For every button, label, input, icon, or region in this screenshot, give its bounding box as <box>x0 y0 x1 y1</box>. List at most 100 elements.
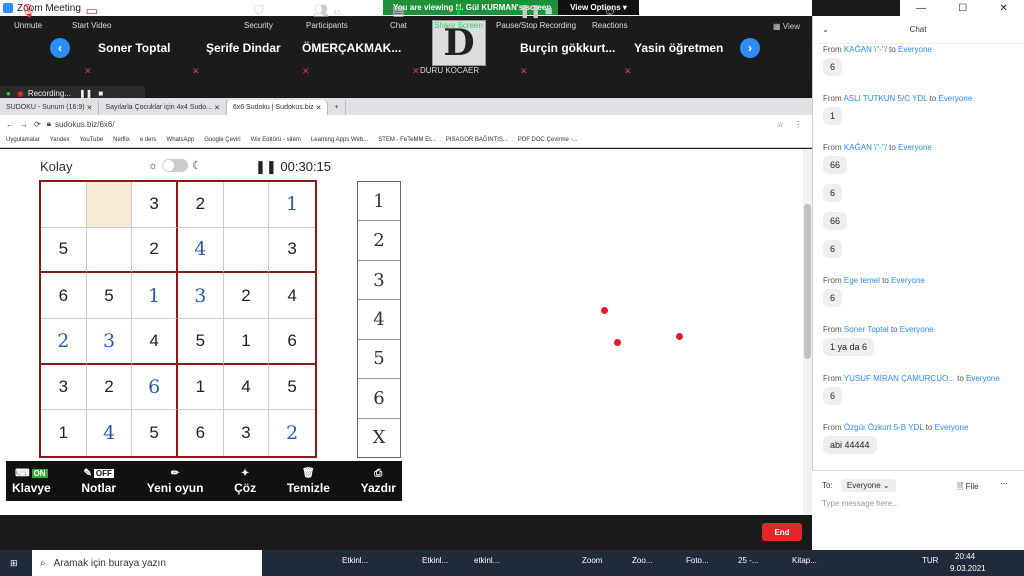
keyboard-button[interactable]: ⌨ ON Klavye <box>12 468 51 495</box>
taskbar-app[interactable]: Etkinl... <box>342 556 368 565</box>
browser-tab[interactable]: Sayılarla Çocuklar için 4x4 Sudo... ✕ <box>99 100 227 115</box>
bookmark[interactable]: WhatsApp <box>167 137 195 143</box>
sudoku-cell[interactable]: 6 <box>41 273 87 319</box>
browser-tab[interactable]: SUDOKU - Sunum (16:9) ✕ <box>0 100 100 115</box>
clear-button[interactable]: 🗑︎ Temizle <box>287 468 330 495</box>
chat-button[interactable]: ▤ Chat <box>390 3 407 30</box>
view-button[interactable]: ▦ View <box>773 22 800 31</box>
bookmark[interactable]: Learning Apps Web... <box>311 137 368 143</box>
share-screen-button[interactable]: ⬆ Share Screen <box>434 3 483 30</box>
sudoku-cell[interactable] <box>41 182 87 228</box>
sudoku-cell[interactable] <box>86 182 133 228</box>
keypad-key[interactable]: 2 <box>358 221 400 261</box>
bookmark[interactable]: Netflix <box>113 137 130 143</box>
maximize-icon[interactable]: ☐ <box>958 3 967 14</box>
taskbar-app[interactable]: Kitap... <box>792 556 817 565</box>
keypad-key[interactable]: 5 <box>358 340 400 380</box>
taskbar-app[interactable]: Etkinl... <box>422 556 448 565</box>
sudoku-cell[interactable]: 6 <box>269 319 315 365</box>
sudoku-cell[interactable]: 4 <box>223 364 270 411</box>
sudoku-cell[interactable]: 4 <box>87 410 133 456</box>
close-icon[interactable]: ✕ <box>999 3 1007 14</box>
bookmark[interactable]: Wix Editörü - sitem <box>251 137 301 143</box>
unmute-button[interactable]: 🎙︎ Unmute <box>14 3 42 30</box>
forward-icon[interactable]: → <box>20 120 28 129</box>
sudoku-cell[interactable] <box>223 182 270 228</box>
taskbar-app[interactable]: etkinl... <box>474 556 499 565</box>
keypad-key[interactable]: 1 <box>358 182 400 222</box>
bookmark[interactable]: Uygulamalar <box>6 137 40 143</box>
taskbar-search[interactable]: ⌕ Aramak için buraya yazın <box>32 550 262 576</box>
keypad-key[interactable]: 4 <box>358 300 400 340</box>
sudoku-cell[interactable]: 4 <box>132 319 178 365</box>
chevron-down-icon[interactable]: ⌄ <box>822 25 829 34</box>
sudoku-cell[interactable]: 1 <box>132 273 178 319</box>
bookmark[interactable]: STEM - FeTeMM Et... <box>378 137 436 143</box>
end-button[interactable]: End <box>762 523 802 541</box>
star-icon[interactable]: ☆ <box>777 120 784 129</box>
gallery-next-button[interactable]: › <box>740 38 760 58</box>
bookmark[interactable]: PDF DOC Çevirme -... <box>518 137 578 143</box>
sudoku-cell[interactable]: 3 <box>224 410 270 456</box>
sudoku-cell[interactable]: 3 <box>269 228 315 274</box>
recipient-select[interactable]: Everyone ⌄ <box>840 479 896 492</box>
keypad-key[interactable]: 3 <box>358 261 400 301</box>
new-tab-button[interactable]: + <box>328 100 346 115</box>
sudoku-cell[interactable]: 3 <box>178 273 224 319</box>
sudoku-cell[interactable]: 3 <box>41 364 87 411</box>
sudoku-cell[interactable]: 4 <box>178 227 224 274</box>
sudoku-cell[interactable]: 4 <box>269 273 315 319</box>
taskbar-app[interactable]: Foto... <box>686 556 709 565</box>
sudoku-cell[interactable]: 1 <box>178 364 224 411</box>
language-indicator[interactable]: TUR <box>922 556 938 565</box>
url-field[interactable]: sudokus.biz/6x6/ <box>55 120 115 129</box>
sudoku-cell[interactable]: 5 <box>178 319 224 365</box>
chat-input[interactable]: Type message here... <box>822 499 899 508</box>
bookmark[interactable]: Yandex <box>50 137 70 143</box>
reload-icon[interactable]: ⟳ <box>34 120 41 129</box>
scrollbar[interactable] <box>803 149 812 515</box>
sudoku-cell[interactable]: 2 <box>223 273 270 319</box>
reactions-button[interactable]: ☺ Reactions <box>592 3 628 30</box>
bookmark[interactable]: PISAGOR BAĞINTIS... <box>446 137 508 143</box>
sudoku-cell[interactable]: 3 <box>132 182 178 228</box>
browser-tab-active[interactable]: 6x6 Sudoku | Sudokus.biz ✕ <box>226 100 329 115</box>
sudoku-cell[interactable]: 6 <box>132 364 178 411</box>
sudoku-cell[interactable]: 2 <box>132 227 178 274</box>
bookmark[interactable]: e ders <box>140 137 157 143</box>
taskbar-app[interactable]: 25 -... <box>738 556 758 565</box>
print-button[interactable]: ⎙ Yazdır <box>361 468 396 495</box>
sudoku-cell[interactable]: 2 <box>41 319 87 365</box>
sudoku-cell[interactable]: 5 <box>41 227 87 274</box>
theme-toggle[interactable]: ☼ ☾ <box>148 159 202 172</box>
taskbar-app[interactable]: Zoo... <box>632 556 652 565</box>
sudoku-cell[interactable] <box>223 227 270 274</box>
participants-button[interactable]: 👥︎ 45 Participants <box>306 3 348 30</box>
solve-button[interactable]: ✦ Çöz <box>234 468 256 495</box>
keypad-key[interactable]: X <box>358 419 400 457</box>
menu-icon[interactable]: ⋮ <box>794 120 802 129</box>
sudoku-cell[interactable]: 5 <box>86 273 133 319</box>
bookmark[interactable]: YouTube <box>80 137 104 143</box>
file-button[interactable]: 🗎︎ File <box>957 481 979 495</box>
sudoku-cell[interactable] <box>86 227 133 274</box>
pause-icon[interactable]: ❚❚ <box>79 89 92 98</box>
taskbar-app[interactable]: Zoom <box>582 556 602 565</box>
security-button[interactable]: ⛉ Security <box>244 3 273 30</box>
clock-time[interactable]: 20:44 <box>955 552 975 561</box>
stop-icon[interactable]: ■ <box>98 89 103 98</box>
new-game-button[interactable]: ✏ Yeni oyun <box>147 468 204 495</box>
sudoku-cell[interactable]: 1 <box>41 410 87 456</box>
sudoku-cell[interactable]: 2 <box>178 182 224 228</box>
sudoku-cell[interactable]: 3 <box>86 319 133 365</box>
sudoku-cell[interactable]: 1 <box>269 182 315 228</box>
sudoku-cell[interactable]: 5 <box>269 365 315 411</box>
sudoku-cell[interactable]: 1 <box>223 319 270 365</box>
notes-button[interactable]: ✎ OFF Notlar <box>81 468 116 495</box>
clock-date[interactable]: 9.03.2021 <box>950 564 986 573</box>
record-button[interactable]: ❚❚ ■ Pause/Stop Recording <box>496 3 576 30</box>
bookmark[interactable]: Google Çeviri <box>204 137 240 143</box>
minimize-icon[interactable]: — <box>916 3 926 14</box>
more-icon[interactable]: ⋯ <box>1000 479 1008 488</box>
windows-icon[interactable]: ⊞ <box>10 558 18 569</box>
